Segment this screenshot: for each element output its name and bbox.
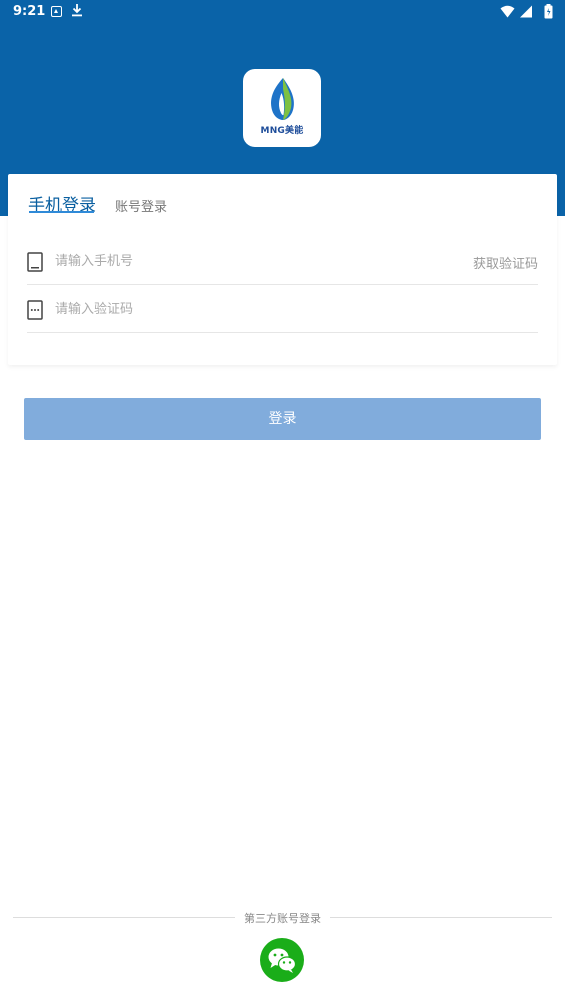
get-code-button[interactable]: 获取验证码 (473, 253, 538, 272)
phone-icon (27, 252, 43, 276)
logo-text: MNG美能 (260, 126, 304, 136)
wechat-icon (268, 948, 297, 973)
login-screen: 9:21 MNG美能 手机登录 账号登录 请输入手机号 获取验证码 请输入验证码… (0, 0, 565, 1004)
tab-account-login[interactable]: 账号登录 (115, 196, 167, 215)
phone-input[interactable] (55, 251, 435, 271)
status-bar: 9:21 (0, 0, 565, 24)
status-time: 9:21 (13, 4, 46, 19)
login-card: 手机登录 账号登录 获取验证码 (8, 174, 557, 365)
login-button[interactable]: 登录 (24, 398, 541, 440)
verification-code-icon (27, 300, 43, 324)
active-tab-indicator (29, 211, 94, 213)
code-input[interactable] (55, 299, 435, 319)
wifi-icon (500, 5, 515, 18)
notification-a-icon (51, 6, 62, 17)
battery-icon (544, 4, 553, 19)
divider-line-right (330, 917, 552, 918)
app-logo: MNG美能 (243, 69, 321, 147)
third-party-divider: 第三方账号登录 (13, 908, 552, 928)
download-icon (71, 3, 83, 17)
code-field-row (27, 285, 538, 333)
phone-field-row: 获取验证码 (27, 237, 538, 285)
third-party-label: 第三方账号登录 (244, 912, 321, 925)
signal-icon (520, 5, 532, 18)
wechat-login-button[interactable] (260, 938, 304, 982)
